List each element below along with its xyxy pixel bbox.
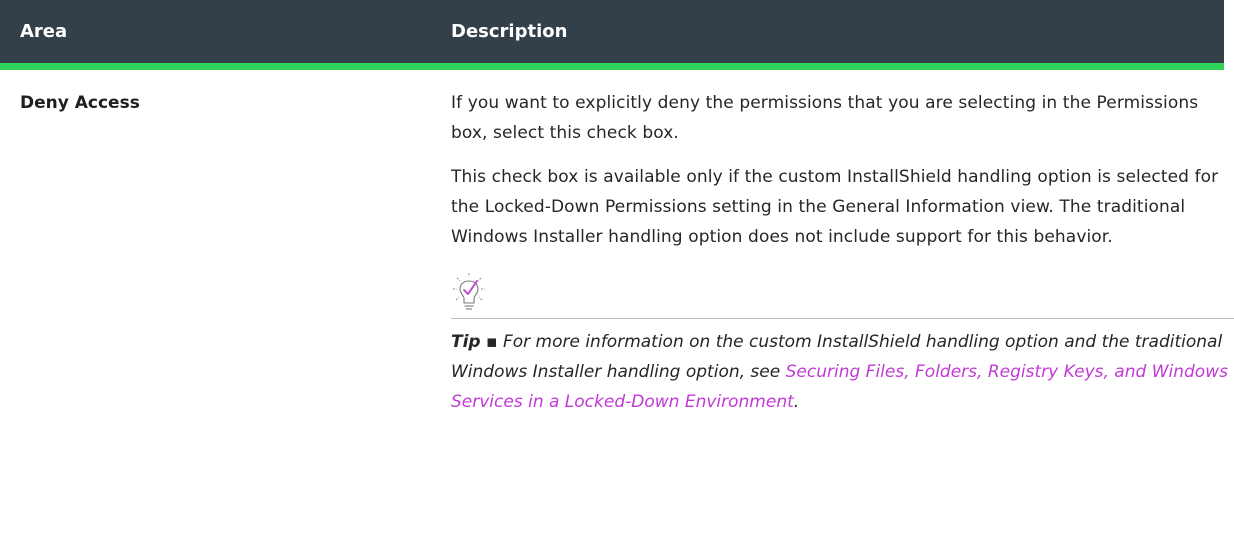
description-paragraph: If you want to explicitly deny the permi… [451,93,1199,143]
table-row: Deny Access If you want to explicitly de… [0,70,1234,417]
area-label: Deny Access [20,93,140,113]
tip-end: . [793,392,800,412]
tip-header [451,266,1234,319]
column-header-area: Area [20,21,68,42]
area-cell: Deny Access [0,70,451,417]
tip-label: Tip [451,332,481,352]
description-paragraph: This check box is available only if the … [451,167,1219,247]
properties-table: Area Description Deny Access If you want… [0,0,1234,417]
lightbulb-check-icon [453,273,485,310]
column-header-description: Description [451,21,568,42]
tip-note: Tip ▪ For more information on the custom… [451,327,1234,417]
tip-separator: ▪ [480,332,503,352]
table-header: Area Description [0,0,1224,70]
description-cell: If you want to explicitly deny the permi… [451,70,1234,417]
